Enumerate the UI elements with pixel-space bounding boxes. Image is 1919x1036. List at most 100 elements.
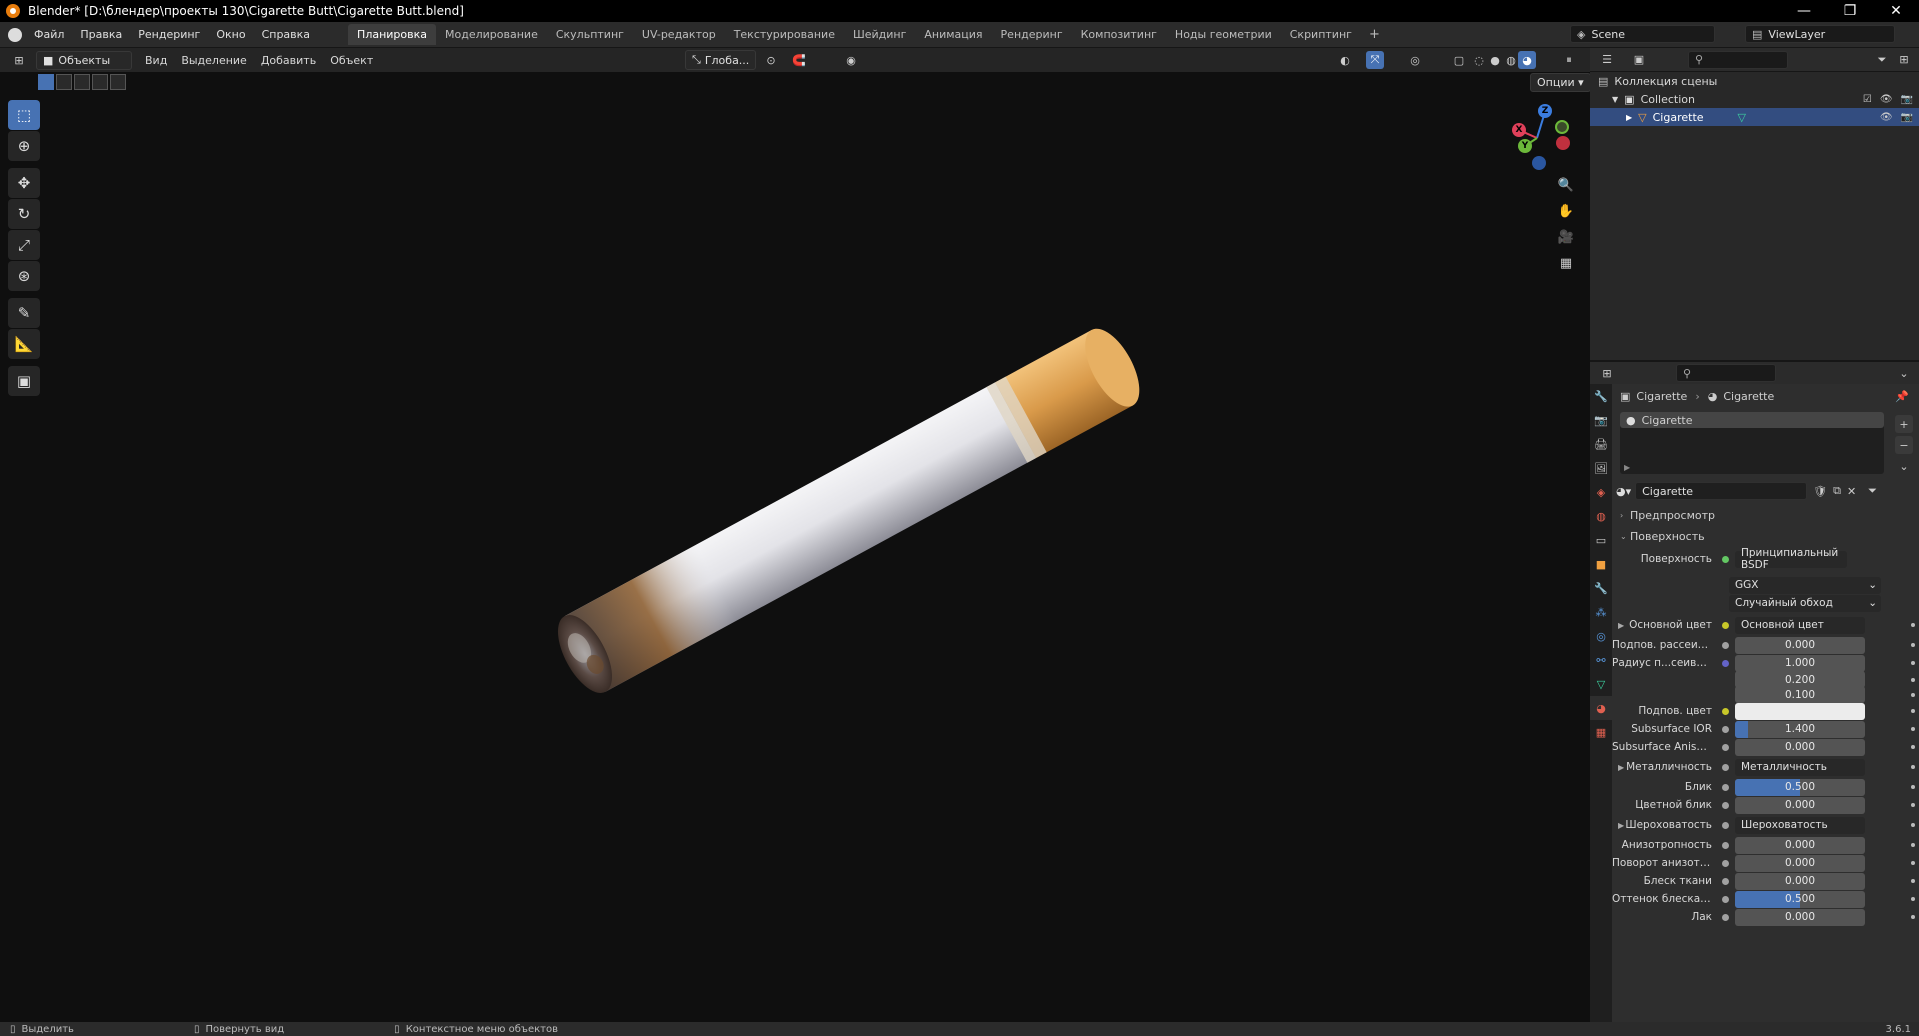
keyframe-dot-icon[interactable] (1911, 623, 1915, 627)
pause-render-icon[interactable]: ⏸ (1560, 51, 1578, 69)
modifier-tab-icon[interactable]: 🔧 (1590, 576, 1612, 600)
viewport-menu-item[interactable]: Объект (323, 54, 380, 67)
pivot-icon[interactable]: ⊙ (762, 51, 780, 69)
gizmo-neg-z[interactable] (1532, 156, 1546, 170)
collection-tab-icon[interactable]: ▭ (1590, 528, 1612, 552)
keyframe-dot-icon[interactable] (1911, 709, 1915, 713)
viewlayer-selector[interactable]: ▤ ViewLayer (1745, 25, 1895, 43)
input-socket-icon[interactable] (1722, 895, 1729, 903)
rendered-shading-icon[interactable]: ◕ (1518, 51, 1536, 69)
keyframe-dot-icon[interactable] (1911, 765, 1915, 769)
transform-tool-icon[interactable]: ⊛ (8, 261, 40, 291)
camera-icon[interactable]: 📷 (1901, 94, 1913, 105)
camera-view-icon[interactable]: 🎥 (1557, 228, 1575, 246)
keyframe-dot-icon[interactable] (1911, 661, 1915, 665)
input-socket-icon[interactable] (1722, 821, 1729, 829)
snap-icon[interactable]: 🧲 (790, 51, 808, 69)
number-field[interactable]: 0.000 (1735, 908, 1865, 926)
workspace-tab[interactable]: Планировка (348, 24, 437, 45)
new-collection-icon[interactable]: ⊞ (1895, 51, 1913, 69)
keyframe-dot-icon[interactable] (1911, 879, 1915, 883)
select-subtract-icon[interactable] (74, 74, 90, 90)
ortho-grid-icon[interactable]: ▦ (1557, 254, 1575, 272)
number-field[interactable]: 0.000 (1735, 796, 1865, 814)
properties-search[interactable]: ⚲ (1676, 364, 1776, 382)
gizmo-neg-y[interactable] (1555, 120, 1569, 134)
workspace-tab[interactable]: UV-редактор (633, 24, 725, 45)
viewport-menu-item[interactable]: Выделение (174, 54, 254, 67)
input-socket-icon[interactable] (1722, 743, 1729, 751)
input-socket-icon[interactable] (1722, 913, 1729, 921)
number-field[interactable]: 0.500 (1735, 890, 1865, 908)
expand-slot-icon[interactable]: ▶ (1624, 463, 1630, 472)
number-field[interactable]: 1.000 (1735, 654, 1865, 672)
input-socket-icon[interactable] (1722, 841, 1729, 849)
checkbox-icon[interactable]: ☑ (1863, 94, 1872, 105)
eye-icon[interactable]: 👁 (1880, 94, 1893, 105)
number-field[interactable]: 1.400 (1735, 720, 1865, 738)
scene-tab-icon[interactable]: ◈ (1590, 480, 1612, 504)
keyframe-dot-icon[interactable] (1911, 823, 1915, 827)
material-tab-icon[interactable]: ◕ (1590, 696, 1612, 720)
input-socket-icon[interactable] (1722, 859, 1729, 867)
material-slot[interactable]: ● Cigarette (1620, 412, 1884, 428)
display-mode-icon[interactable]: ▣ (1630, 51, 1648, 69)
properties-editor-icon[interactable]: ⊞ (1598, 364, 1616, 382)
select-invert-icon[interactable] (92, 74, 108, 90)
remove-slot-button[interactable]: − (1895, 436, 1913, 454)
number-field[interactable]: 0.000 (1735, 738, 1865, 756)
input-socket-icon[interactable] (1722, 877, 1729, 885)
keyframe-dot-icon[interactable] (1911, 745, 1915, 749)
workspace-tab[interactable]: Ноды геометрии (1166, 24, 1281, 45)
viewport-menu-item[interactable]: Вид (138, 54, 174, 67)
outliner-search[interactable]: ⚲ (1688, 50, 1788, 69)
scale-tool-icon[interactable]: ⤢ (8, 230, 40, 260)
expand-input-icon[interactable]: ▶ (1618, 763, 1624, 772)
workspace-tab[interactable]: Моделирование (436, 24, 547, 45)
expand-collection-icon[interactable]: ▼ (1612, 95, 1618, 104)
workspace-tab[interactable]: Композитинг (1072, 24, 1166, 45)
editor-type-icon[interactable]: ⊞ (10, 51, 28, 69)
proportional-edit-icon[interactable]: ◉ (842, 51, 860, 69)
input-socket-icon[interactable] (1722, 641, 1729, 649)
gizmo-y-axis[interactable]: Y (1518, 139, 1532, 153)
workspace-tab[interactable]: Шейдинг (844, 24, 915, 45)
visibility-icon[interactable]: ◐ (1336, 51, 1354, 69)
duplicate-material-icon[interactable]: ⧉ (1833, 484, 1841, 498)
fake-user-icon[interactable]: 🛡 (1813, 485, 1827, 498)
keyframe-dot-icon[interactable] (1911, 692, 1915, 697)
viewport-menu-item[interactable]: Добавить (254, 54, 323, 67)
input-socket-icon[interactable] (1722, 659, 1729, 667)
select-intersect-icon[interactable] (110, 74, 126, 90)
keyframe-dot-icon[interactable] (1911, 915, 1915, 919)
xray-icon[interactable]: ▢ (1450, 51, 1468, 69)
panel-preview[interactable]: › Предпросмотр (1612, 504, 1919, 526)
particles-tab-icon[interactable]: ⁂ (1590, 600, 1612, 624)
select-box-tool-icon[interactable]: ⬚ (8, 100, 40, 130)
outliner-scene-collection[interactable]: ▤ Коллекция сцены (1590, 72, 1919, 90)
outliner-editor-icon[interactable]: ☰ (1598, 51, 1616, 69)
menu-item[interactable]: Файл (26, 28, 72, 41)
maximize-button[interactable]: ❐ (1827, 0, 1873, 22)
shader-filter-icon[interactable]: ⏷ (1868, 484, 1877, 498)
rotate-tool-icon[interactable]: ↻ (8, 199, 40, 229)
linked-input-field[interactable]: Металличность (1735, 758, 1865, 776)
eye-icon[interactable]: 👁 (1880, 112, 1893, 123)
workspace-tab[interactable]: Текстурирование (725, 24, 844, 45)
menu-item[interactable]: Рендеринг (130, 28, 208, 41)
keyframe-dot-icon[interactable] (1911, 643, 1915, 647)
constraints-tab-icon[interactable]: ⚯ (1590, 648, 1612, 672)
gizmo-toggle-icon[interactable]: ⤧ (1366, 51, 1384, 69)
unlink-material-icon[interactable]: ✕ (1847, 485, 1856, 498)
browse-material-icon[interactable]: ◕▾ (1616, 485, 1631, 498)
add-cube-tool-icon[interactable]: ▣ (8, 366, 40, 396)
scene-selector[interactable]: ◈ Scene (1570, 25, 1715, 43)
expand-object-icon[interactable]: ▶ (1626, 113, 1632, 122)
number-field[interactable]: 0.000 (1735, 836, 1865, 854)
select-new-icon[interactable] (38, 74, 54, 90)
pan-hand-icon[interactable]: ✋ (1557, 202, 1575, 220)
workspace-tab[interactable]: Скриптинг (1281, 24, 1361, 45)
view-layer-tab-icon[interactable]: 🖼 (1590, 456, 1612, 480)
data-tab-icon[interactable]: ▽ (1590, 672, 1612, 696)
object-tab-icon[interactable]: ■ (1590, 552, 1612, 576)
